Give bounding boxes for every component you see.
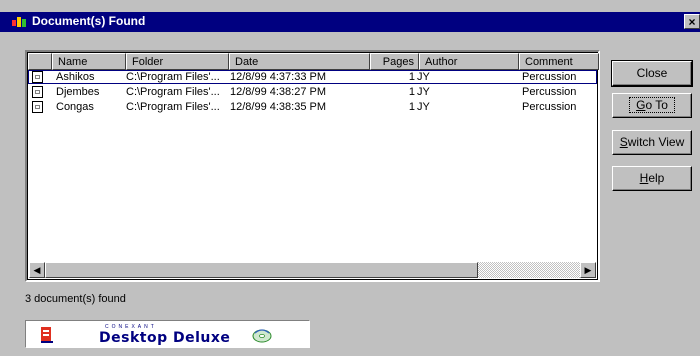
go-to-button[interactable]: Go To bbox=[612, 93, 692, 118]
cell-pages: 1 bbox=[408, 86, 415, 98]
arrow-right-icon: ▶ bbox=[584, 265, 592, 275]
horizontal-scrollbar[interactable]: ◀ ▶ bbox=[29, 262, 596, 278]
close-window-button[interactable]: × bbox=[684, 14, 700, 29]
go-to-label-rest: o To bbox=[645, 98, 668, 112]
product-banner: CONEXANT Desktop Deluxe bbox=[25, 320, 310, 348]
cell-date: 12/8/99 4:37:33 PM bbox=[230, 71, 327, 83]
title-bar[interactable]: Document(s) Found × bbox=[0, 12, 700, 32]
cell-pages: 1 bbox=[408, 101, 415, 113]
column-header-comment[interactable]: Comment bbox=[519, 53, 599, 70]
close-icon: × bbox=[688, 15, 696, 29]
table-row[interactable]: Ashikos C:\Program Files'... 12/8/99 4:3… bbox=[28, 70, 597, 84]
cell-folder: C:\Program Files'... bbox=[126, 101, 220, 113]
document-icon bbox=[32, 71, 43, 83]
cell-name: Congas bbox=[56, 101, 94, 113]
switch-view-label-rest: witch View bbox=[627, 135, 685, 149]
cell-comment: Percussion bbox=[522, 86, 577, 98]
column-header-icon[interactable] bbox=[28, 53, 52, 70]
app-icon bbox=[12, 17, 26, 27]
close-button[interactable]: Close bbox=[611, 60, 693, 87]
cell-author: JY bbox=[417, 101, 430, 113]
scroll-left-button[interactable]: ◀ bbox=[29, 262, 45, 278]
cell-folder: C:\Program Files'... bbox=[126, 86, 220, 98]
column-header-name[interactable]: Name bbox=[52, 53, 126, 70]
switch-view-accelerator: S bbox=[619, 135, 628, 149]
conexant-logo-icon bbox=[41, 327, 53, 343]
cell-comment: Percussion bbox=[522, 101, 577, 113]
column-header-folder[interactable]: Folder bbox=[126, 53, 229, 70]
close-button-label: Close bbox=[636, 66, 668, 80]
table-row[interactable]: Djembes C:\Program Files'... 12/8/99 4:3… bbox=[28, 85, 597, 99]
go-to-button-label: Go To bbox=[629, 97, 675, 113]
window-title: Document(s) Found bbox=[32, 14, 146, 28]
cell-comment: Percussion bbox=[522, 71, 577, 83]
cell-date: 12/8/99 4:38:27 PM bbox=[230, 86, 327, 98]
column-header-date[interactable]: Date bbox=[229, 53, 370, 70]
scroll-right-button[interactable]: ▶ bbox=[580, 262, 596, 278]
arrow-left-icon: ◀ bbox=[33, 265, 41, 275]
cell-name: Djembes bbox=[56, 86, 100, 98]
document-list[interactable]: Name Folder Date Pages Author Comment As… bbox=[25, 50, 600, 282]
list-header: Name Folder Date Pages Author Comment bbox=[28, 53, 599, 70]
switch-view-button[interactable]: Switch View bbox=[612, 130, 692, 155]
cell-author: JY bbox=[417, 71, 430, 83]
status-text: 3 document(s) found bbox=[25, 293, 126, 305]
document-icon bbox=[32, 101, 43, 113]
cell-pages: 1 bbox=[408, 71, 415, 83]
help-button[interactable]: Help bbox=[612, 166, 692, 191]
banner-product: Desktop Deluxe bbox=[99, 330, 231, 346]
column-header-author[interactable]: Author bbox=[419, 53, 519, 70]
document-icon bbox=[32, 86, 43, 98]
disc-icon bbox=[252, 329, 272, 343]
help-label-rest: elp bbox=[648, 171, 665, 185]
column-header-pages[interactable]: Pages bbox=[370, 53, 419, 70]
cell-folder: C:\Program Files'... bbox=[126, 71, 220, 83]
table-row[interactable]: Congas C:\Program Files'... 12/8/99 4:38… bbox=[28, 100, 597, 114]
cell-author: JY bbox=[417, 86, 430, 98]
cell-name: Ashikos bbox=[56, 71, 95, 83]
cell-date: 12/8/99 4:38:35 PM bbox=[230, 101, 327, 113]
scroll-thumb[interactable] bbox=[45, 262, 478, 278]
